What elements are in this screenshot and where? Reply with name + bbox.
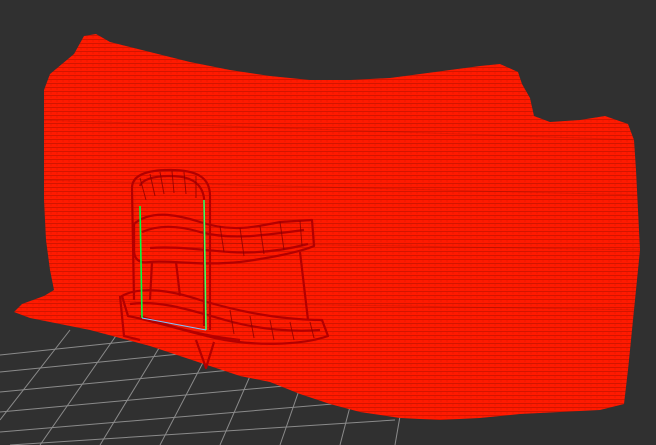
3d-viewport[interactable] xyxy=(0,0,656,445)
scene-canvas[interactable] xyxy=(0,0,656,445)
point-cloud xyxy=(14,34,640,420)
